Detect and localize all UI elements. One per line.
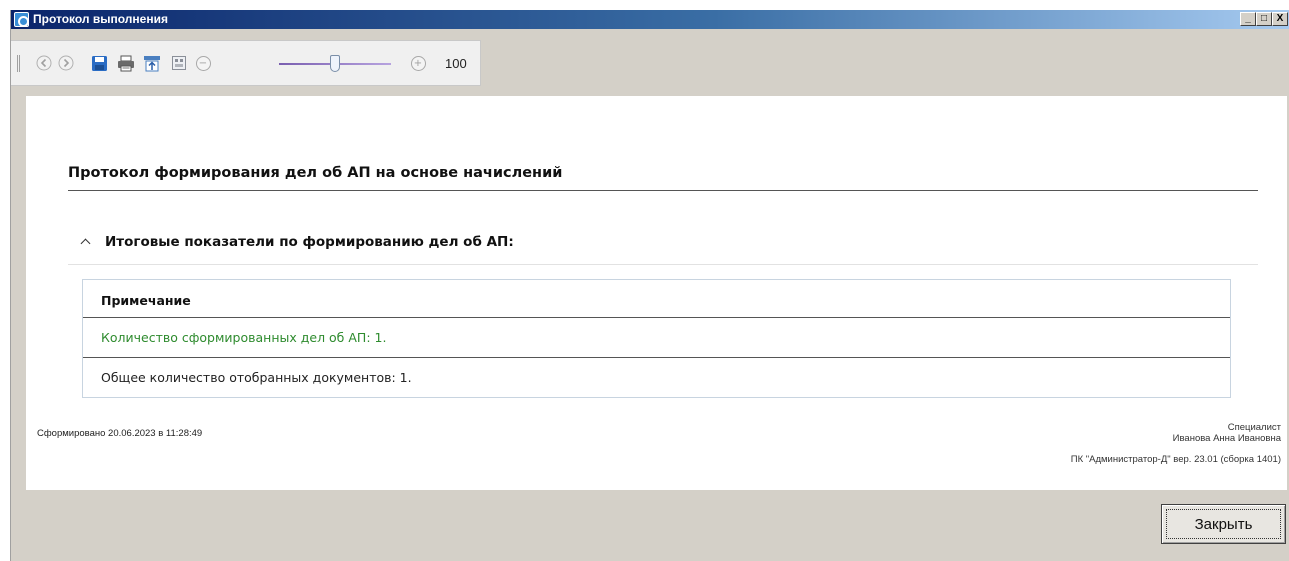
- maximize-button[interactable]: □: [1256, 12, 1272, 26]
- report-title: Протокол формирования дел об АП на основ…: [68, 165, 563, 181]
- zoom-slider-thumb[interactable]: [330, 55, 340, 72]
- zoom-in-symbol: +: [410, 55, 426, 71]
- row-documents-selected: Общее количество отобранных документов: …: [101, 370, 412, 385]
- window-controls: _ □ X: [1240, 12, 1288, 26]
- protocol-window: Протокол выполнения _ □ X − + 100 Проток…: [10, 10, 1289, 561]
- column-header-note: Примечание: [101, 293, 191, 308]
- table-header: Примечание: [83, 280, 1230, 318]
- report-toolbar: − + 100: [11, 40, 481, 86]
- report-page: Протокол формирования дел об АП на основ…: [26, 96, 1287, 490]
- app-icon: [14, 12, 29, 27]
- zoom-out-icon[interactable]: −: [194, 54, 212, 72]
- title-bar[interactable]: Протокол выполнения _ □ X: [11, 10, 1289, 29]
- signer-role: Специалист: [1227, 422, 1281, 433]
- section-divider: [68, 264, 1258, 265]
- print-icon[interactable]: [117, 54, 135, 72]
- save-icon[interactable]: [90, 54, 108, 72]
- generated-timestamp: Сформировано 20.06.2023 в 11:28:49: [37, 428, 203, 439]
- section-title: Итоговые показатели по формированию дел …: [105, 234, 514, 250]
- table-row: Количество сформированных дел об АП: 1.: [83, 318, 1230, 358]
- page-layout-icon[interactable]: [170, 54, 188, 72]
- signer-name: Иванова Анна Ивановна: [1172, 433, 1281, 444]
- back-icon[interactable]: [35, 54, 53, 72]
- zoom-value: 100: [445, 56, 467, 71]
- table-row: Общее количество отобранных документов: …: [83, 358, 1230, 398]
- toolbar-grip-icon[interactable]: [17, 55, 20, 72]
- title-divider: [68, 190, 1258, 191]
- signature-block: Специалист Иванова Анна Ивановна: [1173, 422, 1281, 444]
- row-cases-created: Количество сформированных дел об АП: 1.: [101, 330, 387, 345]
- minimize-button[interactable]: _: [1240, 12, 1256, 26]
- forward-icon[interactable]: [57, 54, 75, 72]
- window-title: Протокол выполнения: [33, 12, 168, 26]
- section-header[interactable]: Итоговые показатели по формированию дел …: [81, 234, 514, 250]
- close-button[interactable]: Закрыть: [1161, 504, 1286, 544]
- chevron-up-icon[interactable]: [81, 237, 91, 247]
- zoom-out-symbol: −: [195, 55, 211, 71]
- close-window-button[interactable]: X: [1272, 12, 1288, 26]
- software-version: ПК "Администратор-Д" вер. 23.01 (сборка …: [1070, 454, 1281, 465]
- export-icon[interactable]: [143, 54, 161, 72]
- zoom-in-icon[interactable]: +: [409, 54, 427, 72]
- summary-table: Примечание Количество сформированных дел…: [82, 279, 1231, 398]
